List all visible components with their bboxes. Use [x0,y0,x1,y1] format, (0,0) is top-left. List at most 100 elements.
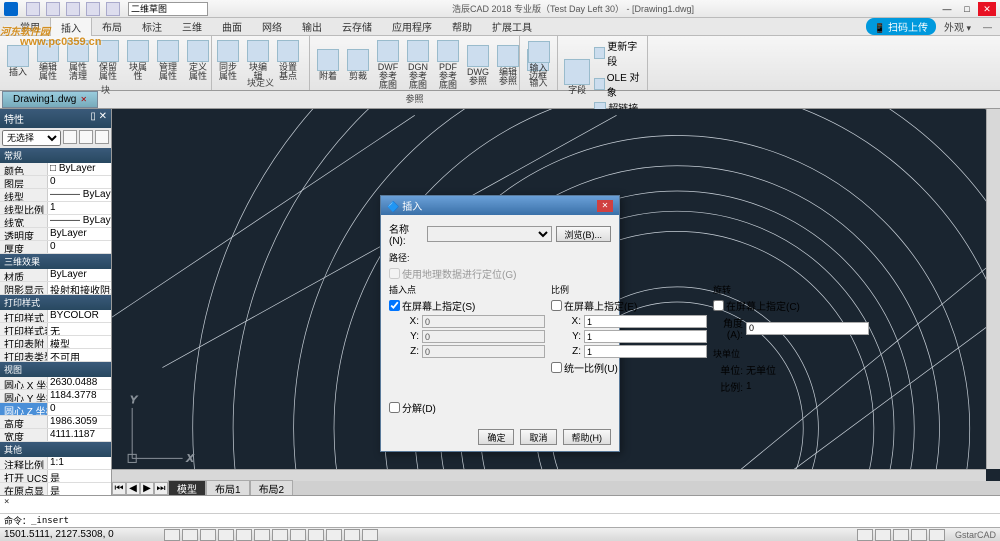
ortho-toggle-icon[interactable] [200,529,216,541]
ribbon-tab-cloud[interactable]: 云存储 [332,17,382,36]
ribbon-minimize-icon[interactable]: — [979,22,996,32]
layout-nav-next-icon[interactable]: ▶ [140,482,154,495]
sb-extra3-icon[interactable] [362,529,378,541]
qat-open-icon[interactable] [46,2,60,16]
qat-undo-icon[interactable] [86,2,100,16]
close-button[interactable]: ✕ [978,2,996,16]
scale-z-input[interactable] [584,345,707,358]
ribbon-tab-apps[interactable]: 应用程序 [382,17,442,36]
property-row[interactable]: 图层0 [0,176,111,189]
layout-nav-first-icon[interactable]: ⏮ [112,482,126,495]
sb-extra2-icon[interactable] [344,529,360,541]
workspace-selector[interactable] [128,2,208,16]
ribbon-tab-annotate[interactable]: 标注 [132,17,172,36]
property-row[interactable]: 厚度0 [0,241,111,254]
uniform-scale-checkbox[interactable] [551,362,562,373]
property-row[interactable]: 线宽——— ByLayer [0,215,111,228]
property-row[interactable]: 线型——— ByLayer [0,189,111,202]
ribbon-button[interactable]: 保留属性 [94,38,122,83]
property-row[interactable]: 在原点显是 [0,483,111,495]
insert-z-input[interactable] [422,345,545,358]
minimize-button[interactable]: — [938,2,956,16]
property-section-header[interactable]: 常规 [0,148,111,163]
cancel-button[interactable]: 取消 [520,429,556,445]
dyn-toggle-icon[interactable] [290,529,306,541]
ribbon-tab-output[interactable]: 输出 [292,17,332,36]
sb-extra1-icon[interactable] [326,529,342,541]
grid-toggle-icon[interactable] [182,529,198,541]
ribbon-tab-layout[interactable]: 布局 [92,17,132,36]
property-row[interactable]: 材质ByLayer [0,269,111,282]
sb-right3-icon[interactable] [893,529,909,541]
property-row[interactable]: 打印样式BYCOLOR [0,310,111,323]
ok-button[interactable]: 确定 [478,429,514,445]
property-row[interactable]: 高度1986.3059 [0,416,111,429]
insert-x-input[interactable] [422,315,545,328]
polar-toggle-icon[interactable] [218,529,234,541]
sb-right5-icon[interactable] [929,529,945,541]
insert-point-onscreen-checkbox[interactable] [389,300,400,311]
dialog-close-button[interactable]: ✕ [597,200,613,212]
command-input[interactable] [31,516,996,526]
ribbon-button[interactable]: PDF参考底图 [434,38,462,92]
ribbon-button[interactable]: 块属性 [124,38,152,83]
lwt-toggle-icon[interactable] [272,529,288,541]
ribbon-tab-mesh[interactable]: 网络 [252,17,292,36]
ribbon-button[interactable]: 插入 [4,43,32,79]
scale-y-input[interactable] [584,330,707,343]
property-section-header[interactable]: 打印样式 [0,295,111,310]
otrack-toggle-icon[interactable] [254,529,270,541]
select-objects-icon[interactable] [95,130,109,144]
sb-right4-icon[interactable] [911,529,927,541]
explode-checkbox[interactable] [389,402,400,413]
ribbon-tab-extensions[interactable]: 扩展工具 [482,17,542,36]
property-row[interactable]: 圆心 Y 坐标1184.3778 [0,390,111,403]
ribbon-button[interactable]: 剪裁 [344,47,372,83]
panel-close-icon[interactable]: ▯ ✕ [90,111,107,126]
property-row[interactable]: 透明度ByLayer [0,228,111,241]
browse-button[interactable]: 浏览(B)... [556,226,612,242]
selection-filter[interactable]: 无选择 [2,130,61,146]
scale-onscreen-checkbox[interactable] [551,300,562,311]
insert-y-input[interactable] [422,330,545,343]
appearance-button[interactable]: 外观 ▾ [940,19,975,34]
ribbon-button-field[interactable]: 字段 [562,57,592,97]
qat-redo-icon[interactable] [106,2,120,16]
vertical-scrollbar[interactable] [986,109,1000,469]
help-button[interactable]: 帮助(H) [563,429,612,445]
ribbon-tab-insert[interactable]: 插入 [50,17,92,37]
property-row[interactable]: 打开 UCS是 [0,470,111,483]
ribbon-tab-3d[interactable]: 三维 [172,17,212,36]
property-row[interactable]: 注释比例1:1 [0,457,111,470]
ribbon-button[interactable]: 定义属性 [184,38,212,83]
ribbon-button[interactable]: DWG参照 [464,43,492,88]
ribbon-tab-help[interactable]: 帮助 [442,17,482,36]
model-tab[interactable]: 模型 [168,480,206,496]
property-section-header[interactable]: 视图 [0,362,111,377]
scale-x-input[interactable] [584,315,707,328]
osnap-toggle-icon[interactable] [236,529,252,541]
ribbon-tab-home[interactable]: 常用 [10,17,50,36]
property-row[interactable]: 打印表类型不可用 [0,349,111,362]
property-row[interactable]: 颜色□ ByLayer [0,163,111,176]
property-row[interactable]: 打印样式表无 [0,323,111,336]
dialog-titlebar[interactable]: 🔷 插入 ✕ [381,196,619,215]
scan-upload-button[interactable]: 📱 扫码上传 [866,18,936,35]
layout1-tab[interactable]: 布局1 [206,480,250,496]
block-name-select[interactable] [427,226,552,242]
ribbon-small-button[interactable]: 更新字段 [594,38,643,68]
quick-select-icon[interactable] [63,130,77,144]
sb-right2-icon[interactable] [875,529,891,541]
property-row[interactable]: 圆心 X 坐标2630.0488 [0,377,111,390]
property-section-header[interactable]: 三维效果 [0,254,111,269]
rotation-onscreen-checkbox[interactable] [713,300,724,311]
ribbon-button[interactable]: 属性清理 [64,38,92,83]
ribbon-button[interactable]: 编辑属性 [34,38,62,83]
property-section-header[interactable]: 其他 [0,442,111,457]
layout-nav-prev-icon[interactable]: ◀ [126,482,140,495]
property-row[interactable]: 打印表附模型 [0,336,111,349]
qat-new-icon[interactable] [26,2,40,16]
pickadd-icon[interactable] [79,130,93,144]
ribbon-button[interactable]: DWF参考底图 [374,38,402,92]
ribbon-small-button[interactable]: OLE 对象 [594,69,643,99]
